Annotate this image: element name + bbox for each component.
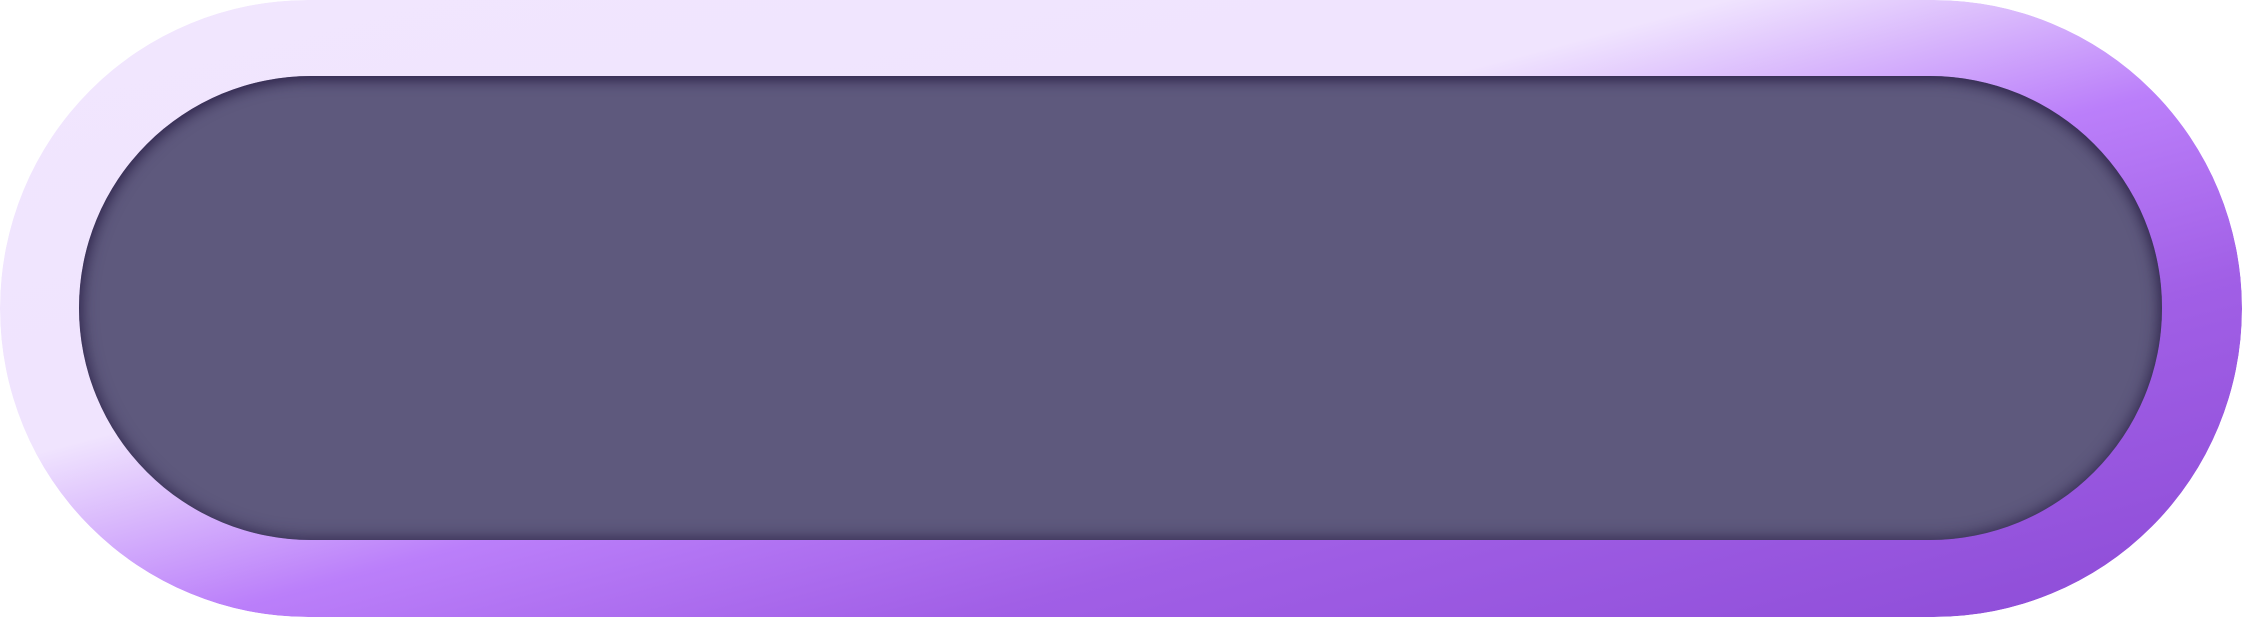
pill-button[interactable] — [0, 0, 2242, 617]
pill-button-face — [79, 76, 2162, 540]
